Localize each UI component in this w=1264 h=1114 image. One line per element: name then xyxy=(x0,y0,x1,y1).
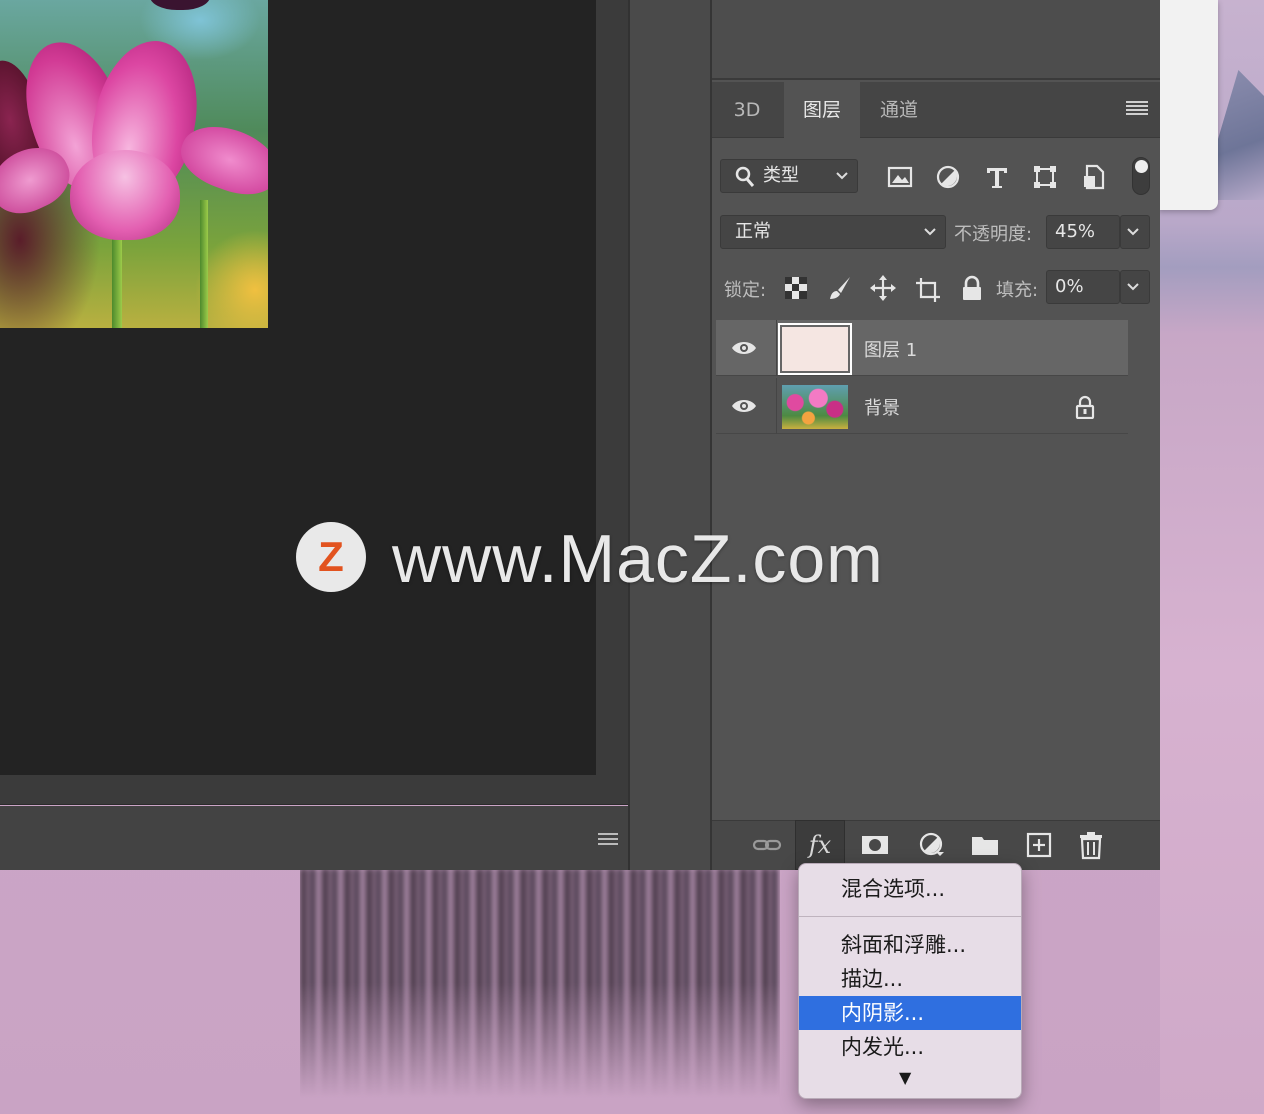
blend-mode-dropdown[interactable]: 正常 xyxy=(720,215,946,249)
new-group-folder-icon[interactable] xyxy=(970,830,1000,860)
layer-thumbnail[interactable] xyxy=(782,385,848,429)
layer-style-menu: 混合选项... 斜面和浮雕... 描边... 内阴影... 内发光... ▼ xyxy=(798,863,1022,1099)
search-icon xyxy=(735,166,755,199)
chevron-down-icon xyxy=(1126,216,1142,248)
image-filter-icon[interactable] xyxy=(886,163,914,191)
vertical-scrollbar[interactable] xyxy=(596,0,628,805)
shape-filter-icon[interactable] xyxy=(1031,163,1059,191)
layer-name[interactable]: 背景 xyxy=(864,394,900,420)
tulip-petal xyxy=(150,0,210,10)
tulip-photo xyxy=(0,0,268,328)
opacity-input[interactable]: 45% xyxy=(1046,215,1120,249)
watermark-text: www.MacZ.com xyxy=(392,521,884,597)
menu-scroll-down-arrow[interactable]: ▼ xyxy=(899,1068,911,1087)
tulip-stem xyxy=(112,230,122,328)
chevron-down-icon xyxy=(1126,271,1142,303)
link-layers-icon[interactable] xyxy=(752,830,782,860)
lock-label: 锁定: xyxy=(724,280,767,301)
fill-label: 填充: xyxy=(996,280,1039,301)
document-menu-icon[interactable] xyxy=(598,832,618,846)
lock-icon xyxy=(1074,395,1096,423)
layer-name[interactable]: 图层 1 xyxy=(864,336,917,362)
menu-item-blending-options[interactable]: 混合选项... xyxy=(799,872,1021,906)
menu-separator xyxy=(799,916,1021,917)
smart-object-filter-icon[interactable] xyxy=(1080,163,1108,191)
filter-toggle-switch[interactable] xyxy=(1132,157,1150,195)
horizontal-scrollbar[interactable] xyxy=(0,775,628,805)
eye-visibility-icon[interactable] xyxy=(730,394,758,418)
lock-artboard-icon[interactable] xyxy=(914,276,942,304)
lock-all-icon[interactable] xyxy=(958,274,986,302)
opacity-label: 不透明度: xyxy=(954,224,1033,245)
tulip-petal xyxy=(70,150,180,240)
fill-slider-toggle[interactable] xyxy=(1120,270,1150,304)
tab-3d[interactable]: 3D xyxy=(712,82,782,138)
panel-tabs: 3D 图层 通道 xyxy=(712,82,1160,138)
adjustment-layer-icon[interactable] xyxy=(916,830,946,860)
tab-layers[interactable]: 图层 xyxy=(784,82,860,138)
tulip-stem xyxy=(200,200,208,328)
layer-filter-dropdown[interactable]: 类型 xyxy=(720,159,858,193)
motion-blur-artifact xyxy=(300,868,780,1098)
layer-thumbnail[interactable] xyxy=(778,323,852,375)
opacity-slider-toggle[interactable] xyxy=(1120,215,1150,249)
add-mask-icon[interactable] xyxy=(860,830,890,860)
background-window-edge xyxy=(1158,0,1218,210)
layer-row-background[interactable]: 背景 xyxy=(716,378,1128,434)
chevron-down-icon xyxy=(923,216,939,248)
filter-label: 类型 xyxy=(763,165,799,186)
chevron-down-icon xyxy=(835,160,851,192)
lock-transparent-pixels-icon[interactable] xyxy=(782,274,810,302)
document-canvas[interactable] xyxy=(0,0,596,775)
tab-channels[interactable]: 通道 xyxy=(862,82,936,138)
type-filter-icon[interactable] xyxy=(983,163,1011,191)
panel-dock-gutter xyxy=(628,0,712,870)
layer-row-layer1[interactable]: 图层 1 xyxy=(716,320,1128,376)
layer-divider xyxy=(776,320,777,376)
lock-image-pixels-icon[interactable] xyxy=(826,274,854,302)
fill-input[interactable]: 0% xyxy=(1046,270,1120,304)
eye-visibility-icon[interactable] xyxy=(730,336,758,360)
lock-position-icon[interactable] xyxy=(869,274,897,302)
watermark-logo-letter: Z xyxy=(318,533,344,580)
adjustment-filter-icon[interactable] xyxy=(934,163,962,191)
menu-item-inner-shadow[interactable]: 内阴影... xyxy=(799,996,1021,1030)
upper-panel xyxy=(712,0,1160,80)
document-status-bar xyxy=(0,806,628,870)
menu-item-bevel-emboss[interactable]: 斜面和浮雕... xyxy=(799,928,1021,962)
new-layer-icon[interactable] xyxy=(1024,830,1054,860)
panel-menu-icon[interactable] xyxy=(1126,100,1148,121)
layer-divider xyxy=(776,378,777,434)
watermark-logo: Z xyxy=(296,522,366,592)
menu-item-inner-glow[interactable]: 内发光... xyxy=(799,1030,1021,1064)
delete-layer-trash-icon[interactable] xyxy=(1076,830,1106,860)
menu-item-stroke[interactable]: 描边... xyxy=(799,962,1021,996)
blend-mode-value: 正常 xyxy=(735,221,771,242)
